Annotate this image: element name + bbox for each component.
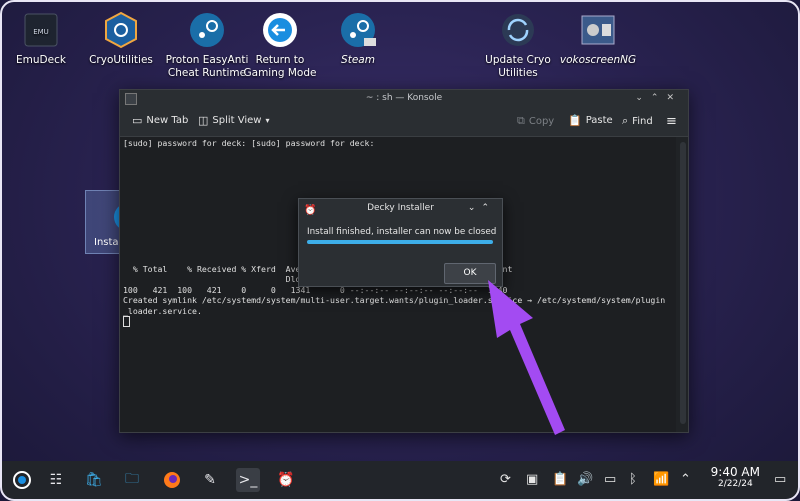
app-launcher-icon[interactable] (10, 468, 34, 492)
maximize-icon[interactable]: ⌃ (481, 203, 495, 213)
find-button[interactable]: ⌕ Find (622, 114, 653, 128)
paste-icon: 📋 (568, 114, 582, 127)
desktop-icon-label: CryoUtilities (89, 54, 153, 66)
chevron-down-icon: ▾ (265, 116, 270, 125)
terminal-cursor (123, 316, 130, 327)
cryoutilities-icon (101, 10, 141, 50)
window-controls: ⌄⌃✕ (635, 90, 682, 106)
paste-label: Paste (585, 115, 613, 126)
firefox-icon[interactable] (160, 468, 184, 492)
window-titlebar[interactable]: ~ : sh — Konsole ⌄⌃✕ (120, 90, 688, 106)
konsole-taskbar-icon[interactable]: >_ (236, 468, 260, 492)
desktop-icon-vokoscreen[interactable]: vokoscreenNG (553, 10, 643, 67)
desktop-icon-emudeck[interactable]: EMU EmuDeck (0, 10, 86, 67)
desktop-icon-label: EmuDeck (16, 54, 66, 66)
system-clock[interactable]: 9:40 AM 2/22/24 (711, 465, 760, 489)
taskbar: ☷ 🛍 🗀 ✎ >_ ⏰ ⟳ ▣ 📋 🔊 ▭ ᛒ 📶 ⌃ 9:40 AM 2/2… (2, 461, 798, 499)
window-title: ~ : sh — Konsole (365, 93, 443, 103)
progress-bar-fill (307, 240, 493, 244)
emudeck-icon: EMU (21, 10, 61, 50)
desktop-icon-cryoutilities[interactable]: CryoUtilities (76, 10, 166, 67)
volume-icon[interactable]: 🔊 (577, 472, 593, 487)
system-settings-icon[interactable]: ☷ (44, 468, 68, 492)
split-view-label: Split View (212, 115, 262, 126)
text-editor-icon[interactable]: ✎ (198, 468, 222, 492)
dialog-titlebar[interactable]: ⏰ Decky Installer ⌄⌃ (299, 199, 502, 217)
desktop-icon-label: Update Cryo (485, 54, 551, 66)
show-desktop-icon[interactable]: ▭ (774, 472, 786, 487)
desktop-icon-label: vokoscreenNG (559, 54, 637, 66)
desktop-icon-return-gaming-mode[interactable]: Return to Gaming Mode (235, 10, 325, 80)
new-tab-icon: ▭ (132, 114, 143, 127)
split-view-icon: ◫ (198, 114, 209, 127)
new-tab-button[interactable]: ▭ New Tab (132, 114, 188, 127)
close-icon[interactable]: ✕ (666, 93, 682, 103)
bluetooth-icon[interactable]: ᛒ (629, 472, 637, 487)
maximize-icon[interactable]: ⌃ (651, 93, 667, 103)
file-manager-icon[interactable]: 🗀 (120, 468, 144, 492)
copy-button[interactable]: ⧉ Copy (517, 114, 554, 128)
clock-time: 9:40 AM (710, 465, 760, 479)
split-view-button[interactable]: ◫ Split View ▾ (198, 114, 270, 127)
search-icon: ⌕ (622, 114, 629, 127)
desktop-icon-label: Utilities (498, 67, 538, 79)
svg-text:EMU: EMU (33, 28, 49, 36)
wifi-icon[interactable]: 📶 (653, 472, 669, 487)
paste-button[interactable]: 📋 Paste (568, 114, 613, 127)
desktop-icon-label: Gaming Mode (243, 67, 317, 79)
progress-bar (307, 240, 493, 244)
konsole-app-icon (125, 93, 137, 105)
refresh-icon (498, 10, 538, 50)
alarm-clock-icon: ⏰ (304, 205, 317, 216)
desktop-icon-steam[interactable]: Steam (313, 10, 403, 67)
clipboard-icon[interactable]: 📋 (552, 472, 568, 487)
steam-icon (338, 10, 378, 50)
terminal-line: Created symlink /etc/systemd/system/mult… (123, 295, 666, 305)
discover-store-icon[interactable]: 🛍 (82, 468, 106, 492)
terminal-line: [sudo] password for deck: [sudo] passwor… (123, 138, 375, 148)
new-tab-label: New Tab (146, 115, 189, 126)
scrollbar[interactable] (680, 142, 686, 424)
desktop-icon-label: Steam (341, 54, 375, 66)
steam-icon (187, 10, 227, 50)
minimize-icon[interactable]: ⌄ (635, 93, 651, 103)
update-icon[interactable]: ⟳ (500, 472, 511, 487)
dialog-message: Install finished, installer can now be c… (307, 227, 497, 237)
chevron-up-icon[interactable]: ⌃ (680, 472, 691, 487)
battery-icon[interactable]: ▭ (604, 472, 616, 487)
return-arrow-icon (260, 10, 300, 50)
clock-date: 2/22/24 (717, 479, 753, 489)
desktop-icon-update-cryo[interactable]: Update Cryo Utilities (473, 10, 563, 80)
hamburger-menu-icon[interactable]: ≡ (666, 114, 677, 129)
desktop-icon-label: Return to (255, 54, 305, 66)
copy-icon: ⧉ (517, 114, 525, 127)
annotation-arrow-icon (488, 280, 565, 435)
display-icon[interactable]: ▣ (526, 472, 538, 487)
alarm-clock-icon[interactable]: ⏰ (274, 468, 298, 492)
video-camera-icon (578, 10, 618, 50)
minimize-icon[interactable]: ⌄ (468, 203, 482, 213)
terminal-line: _loader.service. (123, 306, 202, 316)
copy-label: Copy (528, 115, 555, 127)
konsole-toolbar: ▭ New Tab ◫ Split View ▾ ⧉ Copy 📋 Paste … (120, 106, 688, 137)
find-label: Find (632, 115, 653, 127)
dialog-window-controls: ⌄⌃ (468, 199, 495, 217)
dialog-title: Decky Installer (367, 203, 434, 213)
